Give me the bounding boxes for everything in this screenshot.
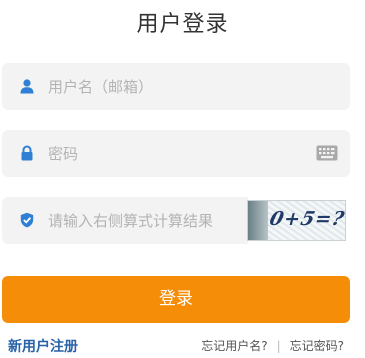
register-link[interactable]: 新用户注册 [8, 336, 78, 356]
username-field[interactable]: 用户名（邮箱） [2, 63, 350, 110]
password-field[interactable]: 密码 [2, 130, 350, 177]
username-placeholder: 用户名（邮箱） [48, 78, 154, 96]
forgot-password-link[interactable]: 忘记密码? [290, 339, 344, 353]
page-title: 用户登录 [136, 12, 229, 37]
forgot-username-link[interactable]: 忘记用户名? [201, 339, 267, 353]
captcha-shade [248, 201, 268, 240]
password-placeholder: 密码 [48, 145, 79, 163]
forgot-links: 忘记用户名? | 忘记密码? [201, 337, 344, 354]
lock-icon [21, 145, 33, 161]
captcha-placeholder: 请输入右侧算式计算结果 [48, 212, 214, 230]
shield-check-icon [20, 212, 34, 228]
link-separator: | [276, 339, 281, 353]
keyboard-icon[interactable] [316, 144, 338, 162]
captcha-text: 0+5=? [267, 208, 346, 230]
login-button[interactable]: 登录 [2, 276, 350, 323]
captcha-field[interactable]: 请输入右侧算式计算结果 [2, 197, 248, 244]
captcha-image[interactable]: 0+5=? [247, 200, 346, 241]
user-icon [20, 79, 34, 94]
